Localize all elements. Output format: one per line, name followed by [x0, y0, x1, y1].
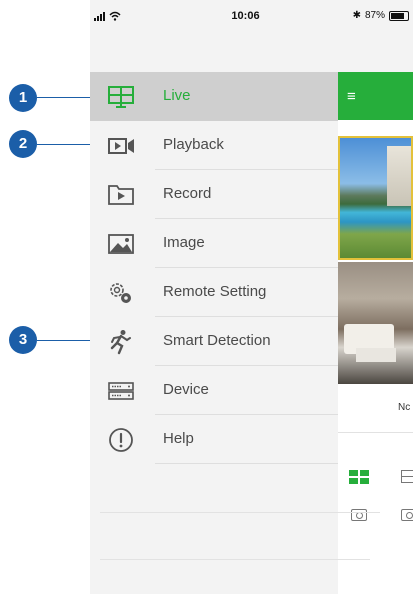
drawer-item-label: Remote Setting	[163, 283, 267, 300]
divider	[100, 512, 380, 513]
device-dvr-icon	[108, 382, 134, 400]
status-bar: 10:06 ✱ 87%	[90, 0, 413, 40]
drawer-item-smart-detection[interactable]: Smart Detection	[90, 317, 338, 366]
menu-icon[interactable]: ≡	[347, 88, 356, 105]
help-exclamation-icon	[109, 428, 133, 452]
drawer-item-label: Help	[163, 430, 194, 447]
image-icon	[108, 234, 134, 254]
drawer-item-device[interactable]: Device	[90, 366, 338, 415]
callout-3-line	[37, 340, 95, 341]
drawer-item-record[interactable]: Record	[90, 170, 338, 219]
camera-label: Nc	[398, 402, 411, 413]
drawer-item-live[interactable]: Live	[90, 72, 338, 121]
drawer-item-label: Device	[163, 381, 209, 398]
running-person-icon	[110, 330, 131, 355]
callout-1-line	[37, 97, 97, 98]
playback-icon	[108, 138, 134, 154]
live-view-panel: ≡ Nc	[338, 72, 413, 594]
record-folder-icon	[108, 185, 134, 205]
divider	[338, 432, 413, 433]
drawer-item-label: Playback	[163, 136, 224, 153]
drawer-item-playback[interactable]: Playback	[90, 121, 338, 170]
drawer-item-label: Smart Detection	[163, 332, 271, 349]
drawer-item-label: Record	[163, 185, 212, 202]
divider	[100, 559, 370, 560]
drawer-item-label: Image	[163, 234, 205, 251]
camera-feed-2[interactable]	[338, 262, 413, 384]
top-bar: ≡	[338, 72, 413, 120]
snapshot-icon-2[interactable]	[401, 509, 413, 521]
callout-2: 2	[9, 130, 37, 158]
drawer-item-help[interactable]: Help	[90, 415, 338, 464]
navigation-drawer: Live Playback Record Image Remote Settin…	[90, 72, 380, 594]
live-view-icon	[108, 86, 134, 108]
phone-screen: 10:06 ✱ 87% ≡ Nc Live Playback Record Im…	[90, 0, 413, 594]
battery-icon	[389, 10, 409, 21]
divider	[155, 463, 338, 464]
callout-2-line	[37, 144, 95, 145]
drawer-item-remote-setting[interactable]: Remote Setting	[90, 268, 338, 317]
snapshot-icon[interactable]	[351, 509, 367, 521]
callout-1: 1	[9, 84, 37, 112]
split-layout-icon[interactable]	[401, 470, 413, 483]
grid-layout-icon[interactable]	[349, 470, 369, 484]
remote-setting-gears-icon	[110, 283, 131, 303]
drawer-item-label: Live	[163, 87, 191, 104]
drawer-item-image[interactable]: Image	[90, 219, 338, 268]
battery-percent: 87%	[364, 10, 385, 21]
callout-3: 3	[9, 326, 37, 354]
bluetooth-icon: ✱	[352, 10, 361, 21]
camera-feed-1[interactable]	[338, 136, 413, 260]
